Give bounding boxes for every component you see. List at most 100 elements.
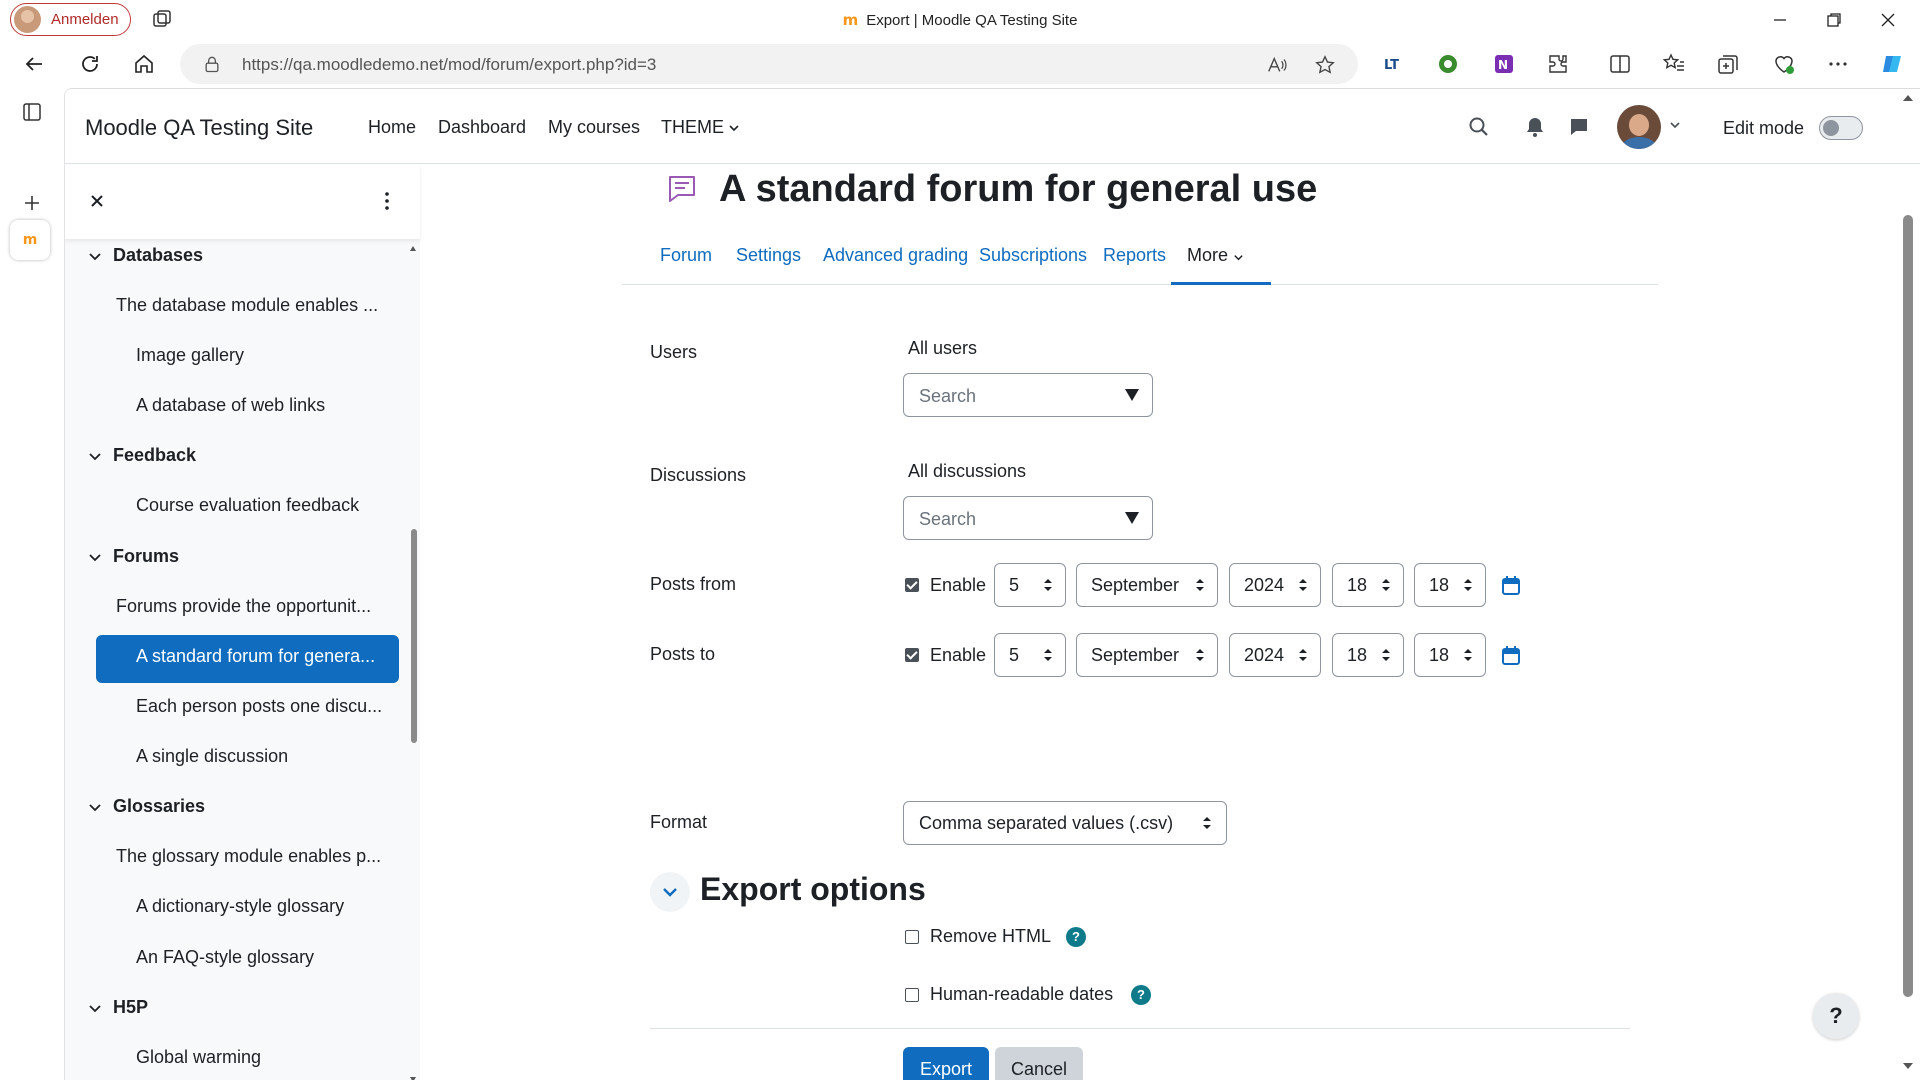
restore-icon[interactable] xyxy=(1822,8,1846,32)
nav-my-courses[interactable]: My courses xyxy=(548,117,640,138)
edit-mode-toggle[interactable] xyxy=(1819,116,1863,140)
tab-more[interactable]: More xyxy=(1171,237,1271,285)
posts-from-day-select[interactable]: 5 xyxy=(994,563,1066,607)
nav-theme-dropdown[interactable]: THEME xyxy=(661,117,740,138)
close-window-icon[interactable] xyxy=(1876,8,1900,32)
home-icon[interactable] xyxy=(132,52,156,76)
page-title: A standard forum for general use xyxy=(719,167,1318,210)
select-value: 18 xyxy=(1429,645,1450,665)
language-tool-extension-icon[interactable]: LT xyxy=(1382,52,1406,76)
users-search-select[interactable]: Search xyxy=(903,373,1153,417)
human-readable-dates-help-icon[interactable]: ? xyxy=(1131,985,1151,1005)
export-button[interactable]: Export xyxy=(903,1047,989,1080)
tab-more-label: More xyxy=(1187,245,1229,265)
browser-essentials-icon[interactable] xyxy=(1772,52,1796,76)
remove-html-checkbox[interactable] xyxy=(905,930,919,944)
posts-to-calendar-icon[interactable] xyxy=(1502,645,1520,665)
users-label: Users xyxy=(650,342,698,362)
back-icon[interactable] xyxy=(22,52,46,76)
url-text[interactable]: https://qa.moodledemo.net/mod/forum/expo… xyxy=(242,55,656,75)
drawer-kebab-menu-icon[interactable] xyxy=(375,189,399,213)
messages-icon[interactable] xyxy=(1567,115,1591,139)
posts-from-year-select[interactable]: 2024 xyxy=(1229,563,1321,607)
course-index-item[interactable]: Each person posts one discu... xyxy=(136,696,396,717)
posts-to-month-select[interactable]: September xyxy=(1076,633,1218,677)
close-drawer-icon[interactable] xyxy=(85,189,109,213)
human-readable-dates-checkbox[interactable] xyxy=(905,988,919,1002)
collections-icon[interactable] xyxy=(1716,52,1740,76)
page-scroll-thumb[interactable] xyxy=(1903,215,1913,997)
discussions-search-select[interactable]: Search xyxy=(903,496,1153,540)
section-glossaries[interactable]: Glossaries xyxy=(87,796,205,817)
favorites-icon[interactable] xyxy=(1662,52,1686,76)
lock-icon[interactable] xyxy=(202,54,222,74)
posts-to-enable-label: Enable xyxy=(930,645,987,665)
course-index-item[interactable]: A database of web links xyxy=(136,395,396,416)
posts-to-hour-select[interactable]: 18 xyxy=(1332,633,1404,677)
search-icon[interactable] xyxy=(1467,115,1491,139)
section-feedback[interactable]: Feedback xyxy=(87,445,196,466)
course-index-item[interactable]: Course evaluation feedback xyxy=(136,495,396,516)
user-avatar[interactable] xyxy=(1617,105,1661,149)
course-index-item[interactable]: The database module enables ... xyxy=(116,295,396,316)
format-select[interactable]: Comma separated values (.csv) xyxy=(903,801,1227,845)
remove-html-help-icon[interactable]: ? xyxy=(1066,927,1086,947)
active-tab-favicon-icon[interactable]: m xyxy=(10,220,50,260)
course-index-item[interactable]: An FAQ-style glossary xyxy=(136,947,396,968)
read-aloud-icon[interactable] xyxy=(1266,54,1288,76)
tab-sidebar-icon[interactable] xyxy=(20,100,44,124)
tab-subscriptions[interactable]: Subscriptions xyxy=(979,237,1087,285)
nav-home[interactable]: Home xyxy=(368,117,416,138)
posts-to-minute-select[interactable]: 18 xyxy=(1414,633,1486,677)
posts-to-day-select[interactable]: 5 xyxy=(994,633,1066,677)
nav-dashboard[interactable]: Dashboard xyxy=(438,117,526,138)
course-index-item[interactable]: Global warming xyxy=(136,1047,396,1068)
course-index-item[interactable]: A dictionary-style glossary xyxy=(136,896,396,917)
tab-settings[interactable]: Settings xyxy=(736,237,801,285)
green-shield-extension-icon[interactable] xyxy=(1436,52,1460,76)
scroll-up-icon[interactable] xyxy=(1901,93,1915,103)
tab-advanced-grading[interactable]: Advanced grading xyxy=(823,237,968,285)
select-value: 5 xyxy=(1009,575,1020,595)
split-screen-icon[interactable] xyxy=(1608,52,1632,76)
posts-from-minute-select[interactable]: 18 xyxy=(1414,563,1486,607)
posts-from-hour-select[interactable]: 18 xyxy=(1332,563,1404,607)
copilot-icon[interactable] xyxy=(1880,52,1904,76)
course-index-item[interactable]: The glossary module enables p... xyxy=(116,846,396,867)
section-databases[interactable]: Databases xyxy=(87,245,203,266)
export-options-collapse-toggle[interactable] xyxy=(650,872,690,912)
posts-from-calendar-icon[interactable] xyxy=(1502,575,1520,595)
select-value: 2024 xyxy=(1244,575,1285,595)
moodle-favicon-icon: m xyxy=(842,11,859,29)
course-index-scroll-thumb[interactable] xyxy=(411,529,417,743)
more-options-icon[interactable] xyxy=(1826,52,1850,76)
refresh-icon[interactable] xyxy=(78,52,102,76)
tab-reports[interactable]: Reports xyxy=(1103,237,1166,285)
favorite-star-icon[interactable] xyxy=(1314,54,1336,76)
caret-down-icon xyxy=(1125,389,1139,401)
tab-forum[interactable]: Forum xyxy=(660,237,712,285)
scroll-down-icon[interactable] xyxy=(1901,1061,1915,1071)
section-h5p[interactable]: H5P xyxy=(87,997,148,1018)
extensions-icon[interactable] xyxy=(1546,52,1570,76)
user-menu-chevron-down-icon[interactable] xyxy=(1669,119,1681,131)
svg-text:N: N xyxy=(1498,58,1508,72)
notifications-bell-icon[interactable] xyxy=(1523,115,1547,139)
new-tab-icon[interactable] xyxy=(20,191,44,215)
address-bar[interactable]: https://qa.moodledemo.net/mod/forum/expo… xyxy=(180,44,1358,84)
help-fab-button[interactable]: ? xyxy=(1813,993,1859,1039)
main-content: A standard forum for general use Forum S… xyxy=(420,165,1900,1080)
posts-from-enable-checkbox[interactable] xyxy=(905,578,919,592)
onenote-extension-icon[interactable]: N xyxy=(1492,52,1516,76)
posts-to-enable-checkbox[interactable] xyxy=(905,648,919,662)
section-forums[interactable]: Forums xyxy=(87,546,179,567)
course-index-item[interactable]: A single discussion xyxy=(136,746,396,767)
posts-from-month-select[interactable]: September xyxy=(1076,563,1218,607)
minimize-icon[interactable] xyxy=(1768,8,1792,32)
site-name[interactable]: Moodle QA Testing Site xyxy=(85,115,313,141)
cancel-button[interactable]: Cancel xyxy=(995,1047,1083,1080)
course-index-item[interactable]: Forums provide the opportunit... xyxy=(116,596,396,617)
course-index-item[interactable]: Image gallery xyxy=(136,345,396,366)
course-index-item-active[interactable]: A standard forum for genera... xyxy=(96,635,399,683)
posts-to-year-select[interactable]: 2024 xyxy=(1229,633,1321,677)
